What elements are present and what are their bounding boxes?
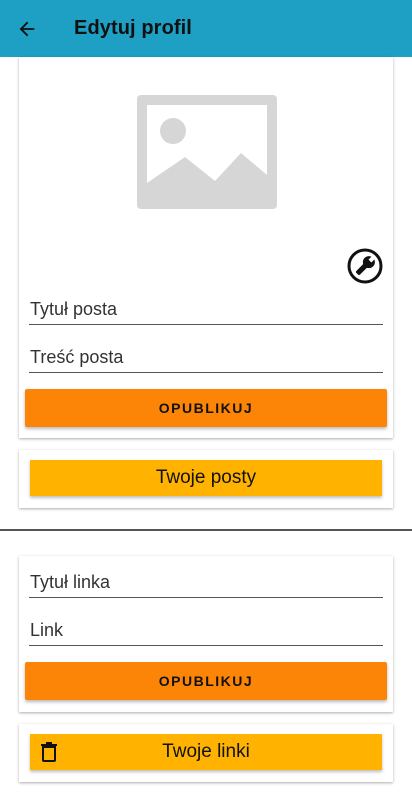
your-posts-label: Twoje posty: [155, 467, 257, 488]
page-title: Edytuj profil: [74, 17, 192, 39]
post-form-card: OPUBLIKUJ: [19, 57, 393, 438]
your-links-label: Twoje linki: [162, 741, 250, 762]
post-content-field[interactable]: [29, 343, 383, 373]
your-links-button[interactable]: Twoje linki: [30, 734, 382, 770]
app-bar: Edytuj profil: [0, 0, 412, 57]
back-button[interactable]: [14, 16, 40, 42]
link-form-card: OPUBLIKUJ: [19, 556, 393, 712]
section-divider: [0, 529, 412, 531]
post-title-field[interactable]: [29, 295, 383, 325]
link-title-input[interactable]: [29, 568, 383, 597]
publish-link-button[interactable]: OPUBLIKUJ: [25, 662, 387, 700]
arrow-back-icon: [19, 21, 35, 37]
link-url-input[interactable]: [29, 616, 383, 645]
post-title-input[interactable]: [29, 295, 383, 324]
wrench-icon[interactable]: [347, 248, 383, 284]
your-posts-card: Twoje posty: [19, 450, 393, 508]
trash-icon: [41, 742, 57, 762]
link-url-field[interactable]: [29, 616, 383, 646]
post-content-input[interactable]: [29, 343, 383, 372]
publish-post-button[interactable]: OPUBLIKUJ: [25, 389, 387, 427]
image-placeholder-icon[interactable]: [137, 95, 277, 209]
your-posts-button[interactable]: Twoje posty: [30, 460, 382, 496]
link-title-field[interactable]: [29, 568, 383, 598]
your-links-card: Twoje linki: [19, 724, 393, 782]
